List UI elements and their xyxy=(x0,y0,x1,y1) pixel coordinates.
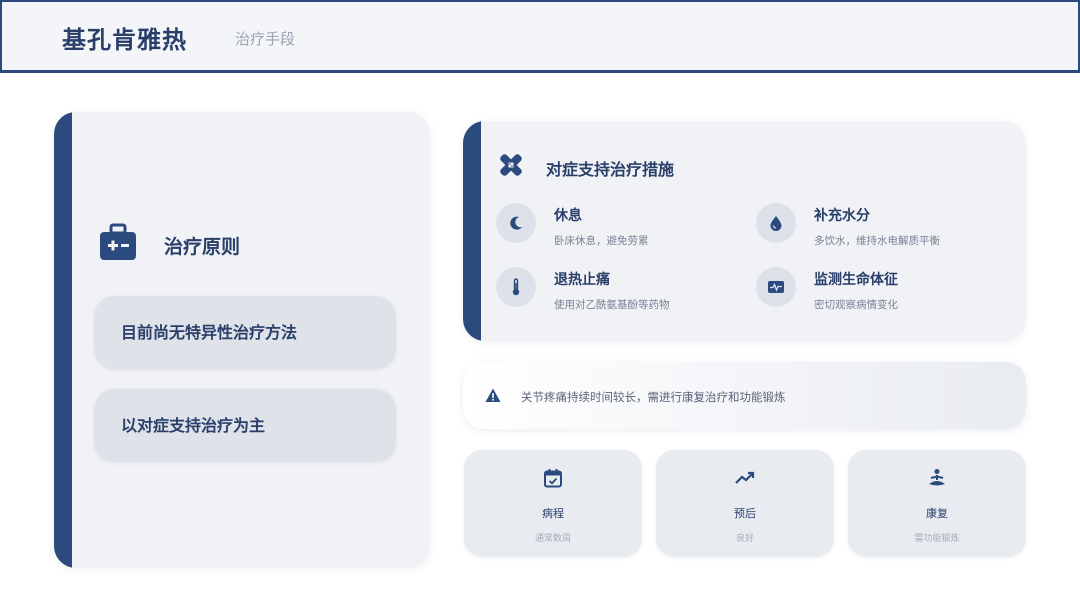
meditation-icon xyxy=(927,468,947,488)
notice-text: 关节疼痛持续时间较长，需进行康复治疗和功能锻炼 xyxy=(521,390,786,404)
stat-desc: 通常数周 xyxy=(534,534,571,544)
thermometer-icon xyxy=(496,267,536,307)
stat-recovery: 康复 需功能锻炼 xyxy=(848,450,1026,557)
moon-icon xyxy=(496,203,536,243)
principle-point: 以对症支持治疗为主 xyxy=(94,389,396,462)
header-bar: 基孔肯雅热 治疗手段 xyxy=(0,0,1080,73)
stat-label: 预后 xyxy=(734,507,756,520)
measure-title: 休息 xyxy=(554,208,582,224)
stat-label: 康复 xyxy=(926,507,948,520)
page-subtitle: 治疗手段 xyxy=(235,30,296,48)
principle-point: 目前尚无特异性治疗方法 xyxy=(94,296,396,369)
treatment-principle-card: 治疗原则 目前尚无特异性治疗方法 以对症支持治疗为主 xyxy=(54,112,430,568)
stat-desc: 良好 xyxy=(735,534,754,544)
medical-kit-icon xyxy=(98,223,138,263)
accent-bar xyxy=(463,121,481,341)
accent-bar xyxy=(54,112,72,568)
measure-title: 退热止痛 xyxy=(554,272,610,288)
stat-desc: 需功能锻炼 xyxy=(914,534,960,544)
stat-prognosis: 预后 良好 xyxy=(656,450,834,557)
calendar-check-icon xyxy=(543,468,563,488)
rehab-notice: 关节疼痛持续时间较长，需进行康复治疗和功能锻炼 xyxy=(463,362,1026,429)
heart-monitor-icon xyxy=(756,267,796,307)
measure-desc: 密切观察病情变化 xyxy=(814,299,898,311)
stat-label: 病程 xyxy=(542,507,564,520)
measure-title: 补充水分 xyxy=(814,208,870,224)
support-measures-card: 对症支持治疗措施 休息 卧床休息，避免劳累 补充水分 多饮水，维持水电解质平衡 … xyxy=(463,121,1026,341)
measure-desc: 使用对乙酰氨基酚等药物 xyxy=(554,299,670,311)
water-drop-icon xyxy=(756,203,796,243)
page-title: 基孔肯雅热 xyxy=(62,25,187,54)
trend-up-icon xyxy=(735,468,755,488)
measures-title: 对症支持治疗措施 xyxy=(546,160,675,179)
principle-heading: 治疗原则 xyxy=(164,236,241,258)
warning-icon xyxy=(485,388,501,403)
bandage-icon xyxy=(498,152,524,178)
measure-desc: 多饮水，维持水电解质平衡 xyxy=(814,235,940,247)
measure-title: 监测生命体征 xyxy=(814,272,898,288)
stat-course: 病程 通常数周 xyxy=(464,450,642,557)
measure-desc: 卧床休息，避免劳累 xyxy=(554,235,649,247)
